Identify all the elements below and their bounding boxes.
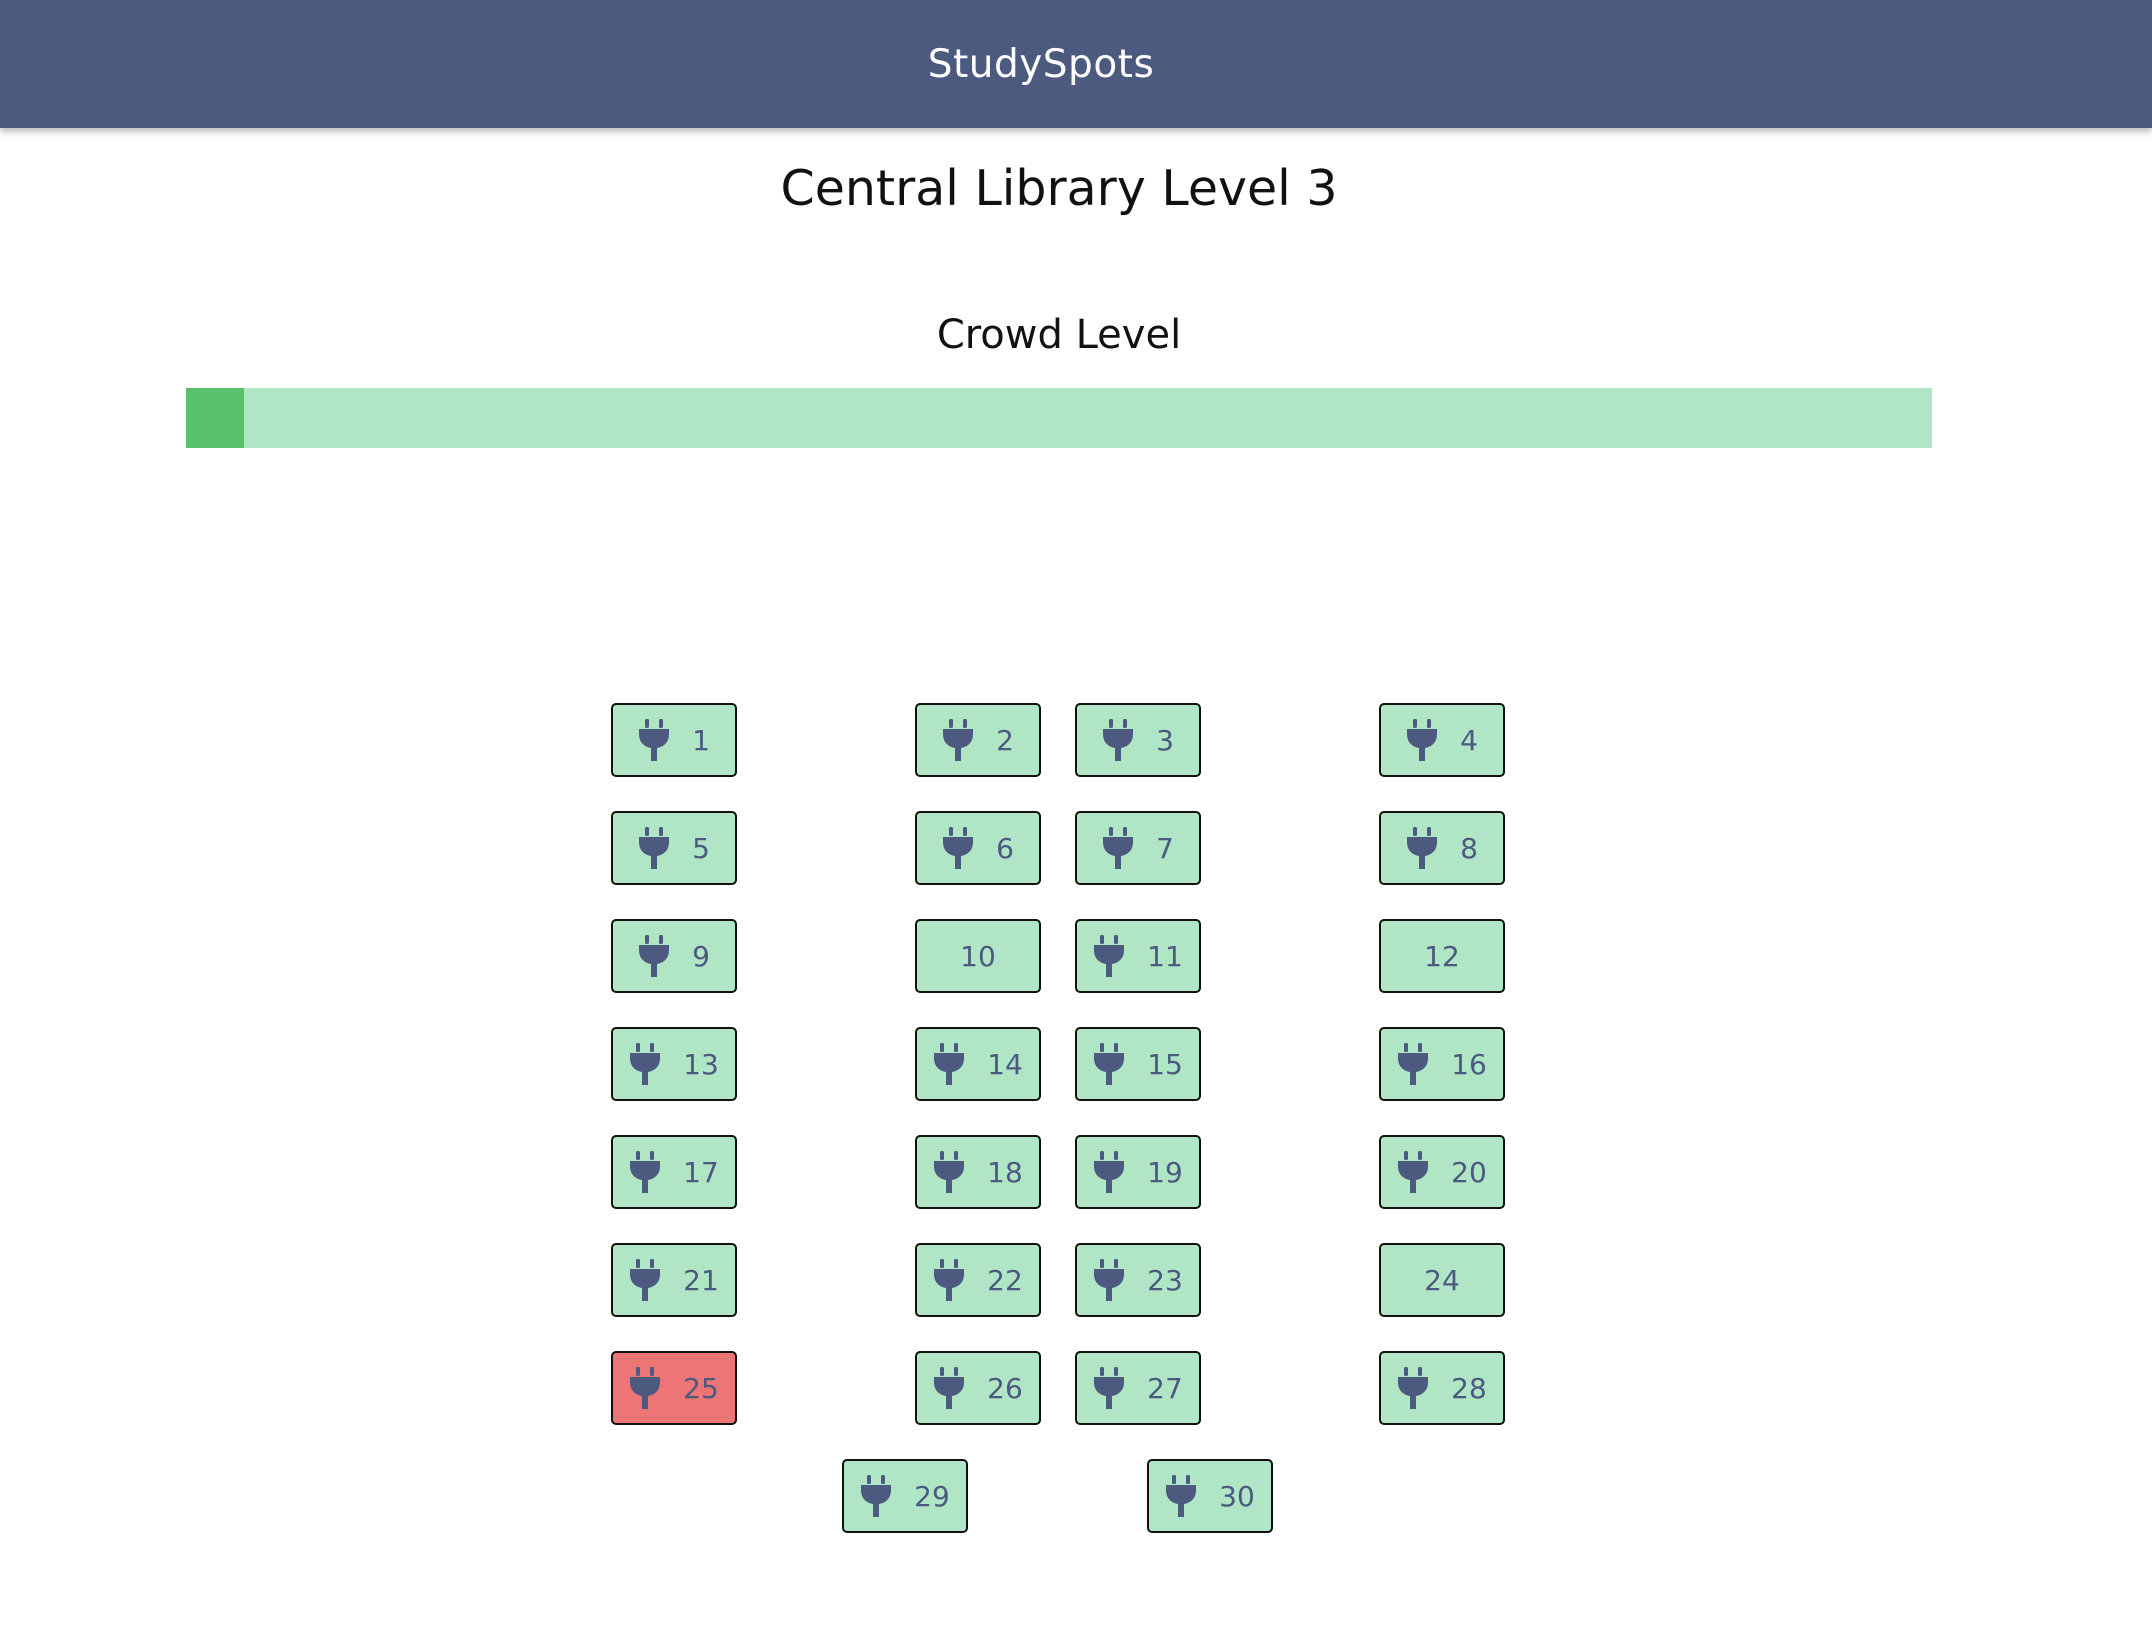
seat-29[interactable]: 29: [842, 1459, 968, 1533]
seat-number: 20: [1451, 1155, 1487, 1189]
seat-number: 10: [960, 939, 996, 973]
seat-number: 17: [683, 1155, 719, 1189]
power-outlet-icon: [630, 1367, 661, 1409]
power-outlet-icon: [1094, 1043, 1125, 1085]
power-outlet-icon: [1094, 1259, 1125, 1301]
seat-14[interactable]: 14: [915, 1027, 1041, 1101]
power-outlet-icon: [630, 1151, 661, 1193]
crowd-level-label: Crowd Level: [936, 312, 1182, 358]
seat-number: 14: [987, 1047, 1023, 1081]
power-outlet-icon: [630, 1043, 661, 1085]
power-outlet-icon: [943, 719, 974, 761]
seat-number: 1: [692, 723, 710, 757]
power-outlet-icon: [861, 1475, 892, 1517]
seat-number: 26: [987, 1371, 1023, 1405]
power-outlet-icon: [934, 1043, 965, 1085]
seat-13[interactable]: 13: [611, 1027, 737, 1101]
seat-number: 4: [1460, 723, 1478, 757]
seat-21[interactable]: 21: [611, 1243, 737, 1317]
seat-9[interactable]: 9: [611, 919, 737, 993]
seat-number: 22: [987, 1263, 1023, 1297]
seat-number: 29: [914, 1479, 950, 1513]
seat-number: 28: [1451, 1371, 1487, 1405]
power-outlet-icon: [630, 1259, 661, 1301]
seat-number: 18: [987, 1155, 1023, 1189]
seat-28[interactable]: 28: [1379, 1351, 1505, 1425]
seat-27[interactable]: 27: [1075, 1351, 1201, 1425]
power-outlet-icon: [1103, 827, 1134, 869]
power-outlet-icon: [934, 1151, 965, 1193]
power-outlet-icon: [943, 827, 974, 869]
seat-number: 21: [683, 1263, 719, 1297]
seat-2[interactable]: 2: [915, 703, 1041, 777]
crowd-level-fill: [186, 388, 244, 448]
seat-30[interactable]: 30: [1147, 1459, 1273, 1533]
power-outlet-icon: [1407, 719, 1438, 761]
seat-number: 24: [1424, 1263, 1460, 1297]
seat-number: 9: [692, 939, 710, 973]
power-outlet-icon: [1398, 1043, 1429, 1085]
seat-22[interactable]: 22: [915, 1243, 1041, 1317]
seat-19[interactable]: 19: [1075, 1135, 1201, 1209]
seat-number: 15: [1147, 1047, 1183, 1081]
power-outlet-icon: [934, 1367, 965, 1409]
seat-24[interactable]: 24: [1379, 1243, 1505, 1317]
top-bar: StudySpots: [0, 0, 2152, 128]
power-outlet-icon: [1166, 1475, 1197, 1517]
crowd-level-bar: [186, 388, 1932, 448]
seat-11[interactable]: 11: [1075, 919, 1201, 993]
seat-number: 13: [683, 1047, 719, 1081]
seat-number: 11: [1147, 939, 1183, 973]
seat-number: 5: [692, 831, 710, 865]
seat-16[interactable]: 16: [1379, 1027, 1505, 1101]
seat-number: 8: [1460, 831, 1478, 865]
seat-number: 12: [1424, 939, 1460, 973]
power-outlet-icon: [1407, 827, 1438, 869]
seat-6[interactable]: 6: [915, 811, 1041, 885]
seat-number: 23: [1147, 1263, 1183, 1297]
seat-number: 19: [1147, 1155, 1183, 1189]
power-outlet-icon: [639, 719, 670, 761]
power-outlet-icon: [639, 935, 670, 977]
seat-3[interactable]: 3: [1075, 703, 1201, 777]
seat-7[interactable]: 7: [1075, 811, 1201, 885]
seat-26[interactable]: 26: [915, 1351, 1041, 1425]
seat-12[interactable]: 12: [1379, 919, 1505, 993]
seat-15[interactable]: 15: [1075, 1027, 1201, 1101]
seat-number: 2: [996, 723, 1014, 757]
power-outlet-icon: [934, 1259, 965, 1301]
seat-5[interactable]: 5: [611, 811, 737, 885]
seat-number: 25: [683, 1371, 719, 1405]
seat-20[interactable]: 20: [1379, 1135, 1505, 1209]
seat-number: 6: [996, 831, 1014, 865]
seat-4[interactable]: 4: [1379, 703, 1505, 777]
seat-number: 30: [1219, 1479, 1255, 1513]
app-title: StudySpots: [927, 41, 1155, 87]
seat-10[interactable]: 10: [915, 919, 1041, 993]
seat-17[interactable]: 17: [611, 1135, 737, 1209]
power-outlet-icon: [1094, 1367, 1125, 1409]
seat-1[interactable]: 1: [611, 703, 737, 777]
seat-number: 7: [1156, 831, 1174, 865]
power-outlet-icon: [1094, 1151, 1125, 1193]
seat-23[interactable]: 23: [1075, 1243, 1201, 1317]
power-outlet-icon: [1398, 1151, 1429, 1193]
seat-number: 3: [1156, 723, 1174, 757]
power-outlet-icon: [1094, 935, 1125, 977]
seat-number: 16: [1451, 1047, 1487, 1081]
seat-18[interactable]: 18: [915, 1135, 1041, 1209]
power-outlet-icon: [1398, 1367, 1429, 1409]
page-title: Central Library Level 3: [780, 160, 1338, 217]
seat-number: 27: [1147, 1371, 1183, 1405]
seat-8[interactable]: 8: [1379, 811, 1505, 885]
seat-25[interactable]: 25: [611, 1351, 737, 1425]
power-outlet-icon: [1103, 719, 1134, 761]
power-outlet-icon: [639, 827, 670, 869]
